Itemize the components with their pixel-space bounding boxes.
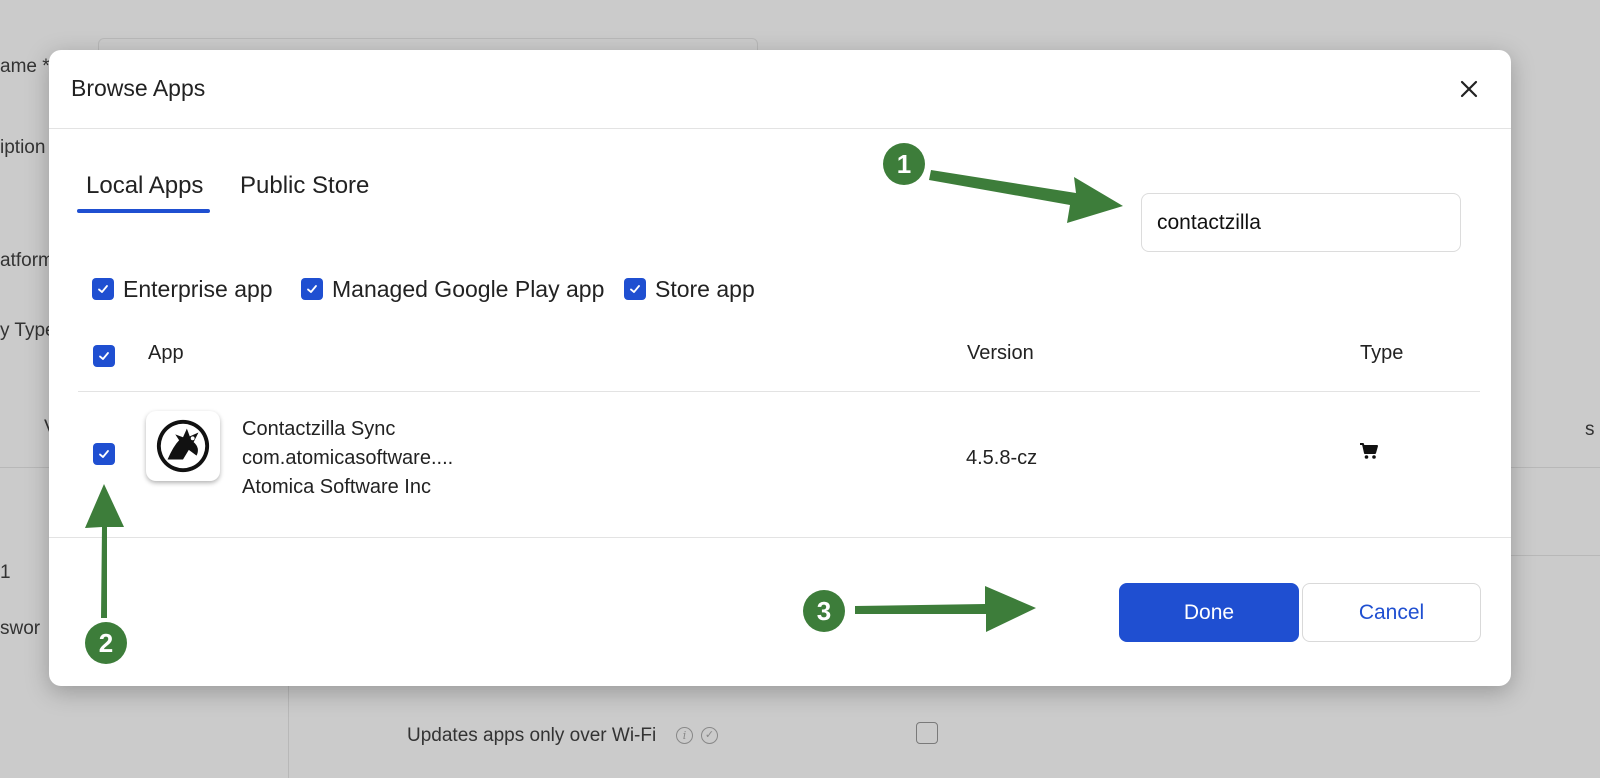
check-icon [99, 352, 109, 360]
app-package: com.atomicasoftware.... [242, 447, 454, 469]
enterprise-app-checkbox[interactable] [92, 278, 114, 300]
background-label-description: iption [0, 137, 46, 158]
close-icon[interactable] [1454, 74, 1484, 104]
active-tab-indicator [77, 209, 210, 213]
select-all-checkbox[interactable] [93, 345, 115, 367]
updates-wifi-label: Updates apps only over Wi-Fi [407, 725, 657, 746]
info-icon[interactable]: i [676, 727, 693, 744]
done-button[interactable]: Done [1119, 583, 1299, 642]
app-version: 4.5.8-cz [966, 447, 1038, 469]
column-header-type[interactable]: Type [1360, 342, 1403, 365]
background-vertical-divider [288, 686, 289, 778]
column-header-app[interactable]: App [148, 342, 184, 365]
store-app-label: Store app [655, 276, 755, 302]
background-label-s: s [1585, 419, 1595, 440]
enterprise-app-label: Enterprise app [123, 276, 273, 302]
check-icon [98, 285, 108, 293]
check-icon [307, 285, 317, 293]
footer-divider [49, 537, 1511, 538]
app-developer: Atomica Software Inc [242, 476, 431, 498]
background-divider-right [1510, 555, 1600, 556]
annotation-marker-2: 2 [85, 622, 127, 664]
dialog-header: Browse Apps [49, 50, 1511, 129]
background-label-password: swor [0, 618, 41, 639]
app-logo [146, 411, 220, 481]
background-label-1: 1 [0, 562, 11, 583]
search-input[interactable] [1141, 193, 1461, 252]
background-label-type: y Type [0, 320, 56, 341]
tab-local-apps[interactable]: Local Apps [86, 172, 203, 200]
check-icon [99, 450, 109, 458]
tab-public-store[interactable]: Public Store [240, 172, 369, 200]
annotation-marker-1: 1 [883, 143, 925, 185]
check-circle-icon: ✓ [701, 727, 718, 744]
check-icon [630, 285, 640, 293]
browse-apps-dialog: Browse Apps Local Apps Public Store Ente… [49, 50, 1511, 686]
column-header-version[interactable]: Version [967, 342, 1034, 365]
managed-google-play-checkbox[interactable] [301, 278, 323, 300]
managed-google-play-label: Managed Google Play app [332, 276, 605, 302]
background-label-platform: atform [0, 250, 54, 271]
annotation-marker-3: 3 [803, 590, 845, 632]
store-app-checkbox[interactable] [624, 278, 646, 300]
app-name: Contactzilla Sync [242, 418, 396, 440]
table-header-divider [78, 391, 1480, 392]
cancel-button[interactable]: Cancel [1302, 583, 1481, 642]
row-checkbox[interactable] [93, 443, 115, 465]
shopping-cart-icon [1359, 442, 1379, 460]
updates-wifi-checkbox[interactable] [916, 722, 938, 744]
dialog-title: Browse Apps [71, 75, 206, 101]
background-label-name: ame * [0, 56, 50, 77]
contactzilla-logo-icon [156, 419, 210, 473]
